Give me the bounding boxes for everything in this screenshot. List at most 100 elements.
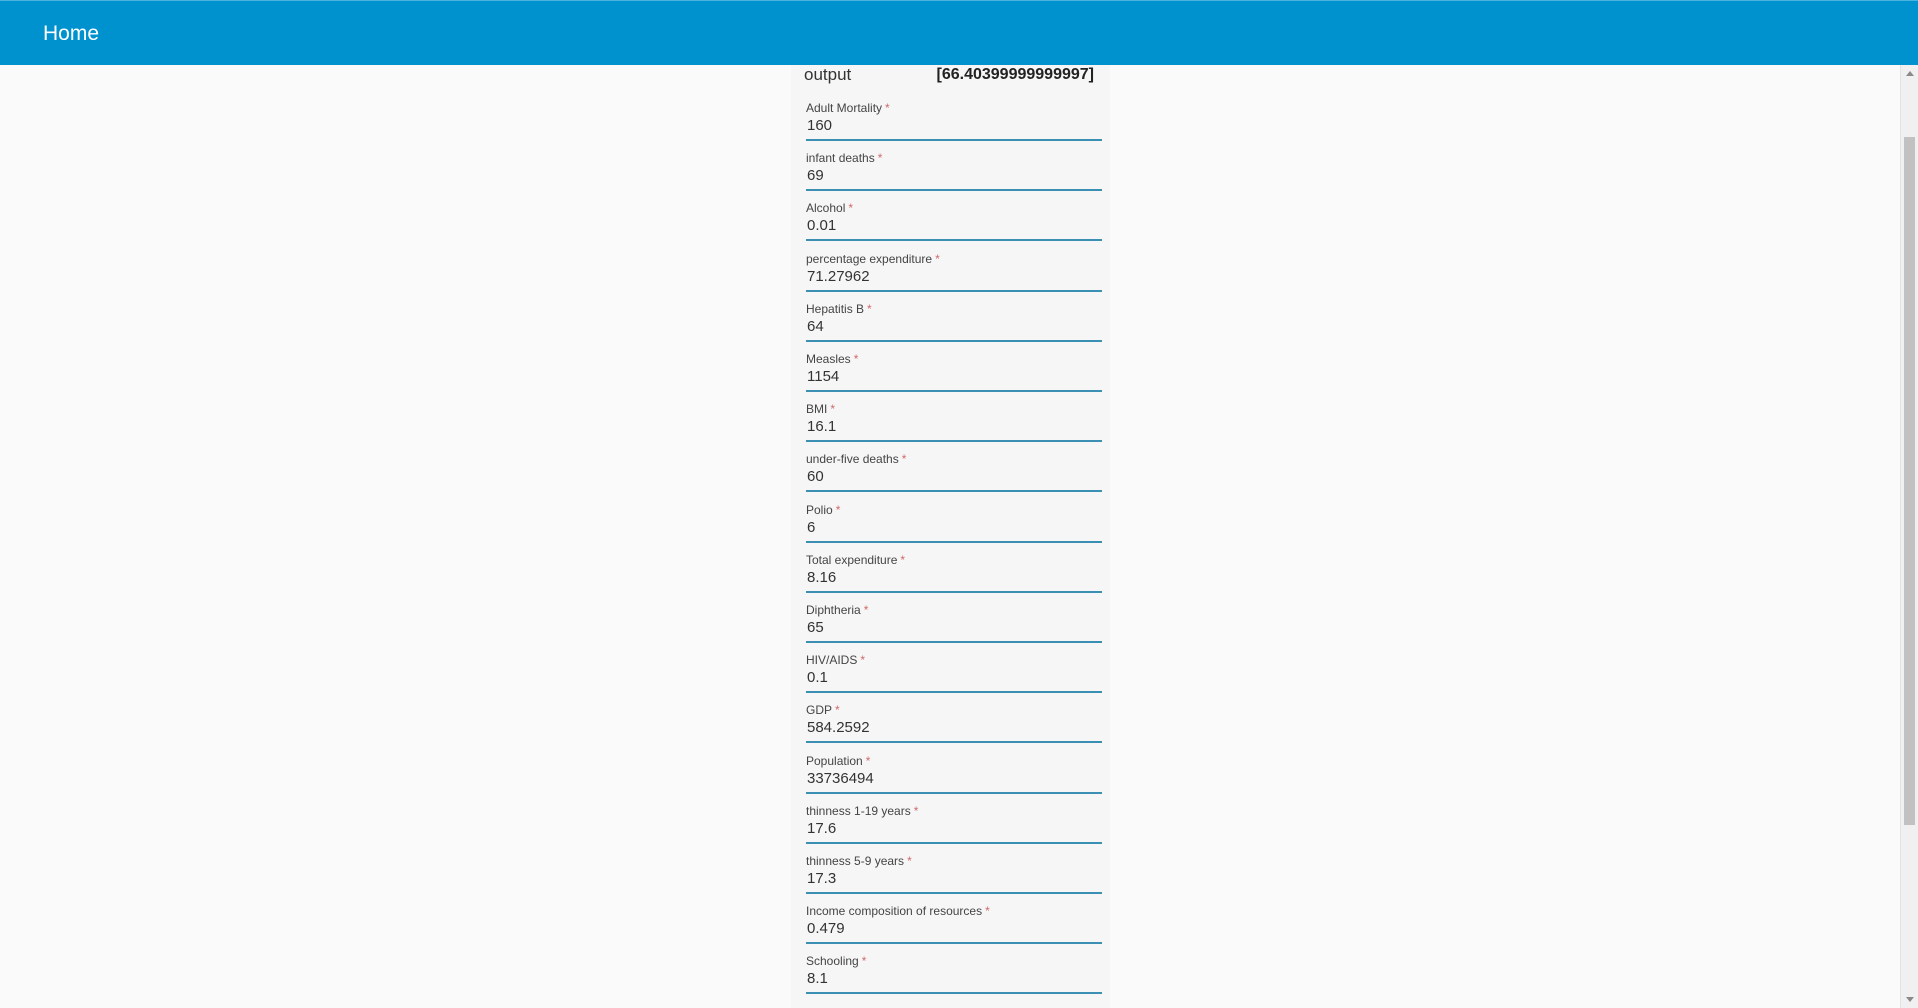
field-label-text: Alcohol [806, 201, 846, 215]
field-total-expenditure: Total expenditure * [806, 553, 1102, 601]
field-label-text: under-five deaths [806, 452, 899, 466]
field-thinness-1-19-years: thinness 1-19 years * [806, 804, 1102, 852]
field-label: Income composition of resources * [806, 904, 990, 918]
field-label: Population * [806, 754, 870, 768]
required-marker: * [985, 904, 990, 918]
field-diphtheria: Diphtheria * [806, 603, 1102, 651]
top-app-bar: Home [0, 0, 1918, 65]
infant-deaths-input[interactable] [807, 167, 1097, 185]
required-marker: * [830, 402, 836, 416]
field-label: percentage expenditure * [806, 252, 940, 266]
field-label: Hepatitis B * [806, 302, 872, 316]
output-label: output [804, 65, 852, 84]
alcohol-input[interactable] [807, 217, 1097, 235]
field-label-text: BMI [806, 402, 828, 416]
hiv-aids-input[interactable] [807, 669, 1097, 687]
field-label-text: GDP [806, 703, 833, 717]
field-measles: Measles * [806, 352, 1102, 400]
input-underline [806, 942, 1102, 944]
required-marker: * [835, 703, 840, 717]
required-marker: * [860, 653, 866, 667]
required-marker: * [863, 603, 869, 617]
field-label: Diphtheria * [806, 603, 868, 617]
diphtheria-input[interactable] [807, 619, 1097, 637]
field-alcohol: Alcohol * [806, 201, 1102, 249]
input-underline [806, 139, 1102, 141]
field-label: Schooling * [806, 954, 866, 968]
field-percentage-expenditure: percentage expenditure * [806, 252, 1102, 300]
input-underline [806, 340, 1102, 342]
required-marker: * [865, 754, 871, 768]
schooling-input[interactable] [807, 970, 1097, 988]
required-marker: * [885, 101, 890, 115]
required-marker: * [907, 854, 912, 868]
hepatitis-b-input[interactable] [807, 318, 1097, 336]
field-infant-deaths: infant deaths * [806, 151, 1102, 199]
scroll-down-arrow-icon[interactable] [1906, 997, 1914, 1002]
under-five-deaths-input[interactable] [807, 468, 1097, 486]
input-underline [806, 792, 1102, 794]
field-income-composition-of-resources: Income composition of resources * [806, 904, 1102, 952]
measles-input[interactable] [807, 368, 1097, 386]
field-under-five-deaths: under-five deaths * [806, 452, 1102, 500]
input-underline [806, 842, 1102, 844]
field-population: Population * [806, 754, 1102, 802]
field-polio: Polio * [806, 503, 1102, 551]
gdp-input[interactable] [807, 719, 1097, 737]
field-label: Polio * [806, 503, 840, 517]
thinness-1-19-years-input[interactable] [807, 820, 1097, 838]
field-label-text: HIV/AIDS [806, 653, 858, 667]
page-scrollbar[interactable] [1900, 65, 1918, 1008]
bmi-input[interactable] [807, 418, 1097, 436]
income-composition-of-resources-input[interactable] [807, 920, 1097, 938]
field-label-text: Polio [806, 503, 833, 517]
required-marker: * [901, 452, 907, 466]
field-hepatitis-b: Hepatitis B * [806, 302, 1102, 350]
field-label: Total expenditure * [806, 553, 905, 567]
total-expenditure-input[interactable] [807, 569, 1097, 587]
input-underline [806, 992, 1102, 994]
field-label: BMI * [806, 402, 835, 416]
required-marker: * [835, 503, 841, 517]
required-marker: * [853, 352, 859, 366]
page-content: output [66.40399999999997] Adult Mortali… [0, 65, 1900, 1008]
scroll-up-arrow-icon[interactable] [1906, 71, 1914, 76]
input-underline [806, 541, 1102, 543]
field-label: Alcohol * [806, 201, 853, 215]
scrollbar-thumb[interactable] [1904, 137, 1915, 825]
field-label-text: infant deaths [806, 151, 875, 165]
field-label-text: Hepatitis B [806, 302, 865, 316]
home-link[interactable]: Home [43, 22, 99, 46]
field-bmi: BMI * [806, 402, 1102, 450]
required-marker: * [913, 804, 919, 818]
output-value: [66.40399999999997] [936, 66, 1094, 83]
output-row: output [66.40399999999997] [804, 65, 1094, 105]
input-underline [806, 290, 1102, 292]
input-underline [806, 490, 1102, 492]
field-label: infant deaths * [806, 151, 882, 165]
population-input[interactable] [807, 770, 1097, 788]
polio-input[interactable] [807, 519, 1097, 537]
field-label-text: Measles [806, 352, 851, 366]
thinness-5-9-years-input[interactable] [807, 870, 1097, 888]
field-label-text: Income composition of resources [806, 904, 983, 918]
input-underline [806, 591, 1102, 593]
field-label-text: Diphtheria [806, 603, 861, 617]
adult-mortality-input[interactable] [807, 117, 1097, 135]
required-marker: * [867, 302, 872, 316]
input-underline [806, 741, 1102, 743]
required-marker: * [848, 201, 854, 215]
field-hiv-aids: HIV/AIDS * [806, 653, 1102, 701]
field-label-text: Schooling [806, 954, 859, 968]
field-label-text: Population [806, 754, 863, 768]
field-label: HIV/AIDS * [806, 653, 865, 667]
input-underline [806, 440, 1102, 442]
field-label-text: percentage expenditure [806, 252, 933, 266]
field-label-text: thinness 1-19 years [806, 804, 911, 818]
field-label-text: thinness 5-9 years [806, 854, 905, 868]
field-label: thinness 1-19 years * [806, 804, 918, 818]
input-underline [806, 641, 1102, 643]
percentage-expenditure-input[interactable] [807, 268, 1097, 286]
field-label: Adult Mortality * [806, 101, 890, 115]
input-underline [806, 892, 1102, 894]
